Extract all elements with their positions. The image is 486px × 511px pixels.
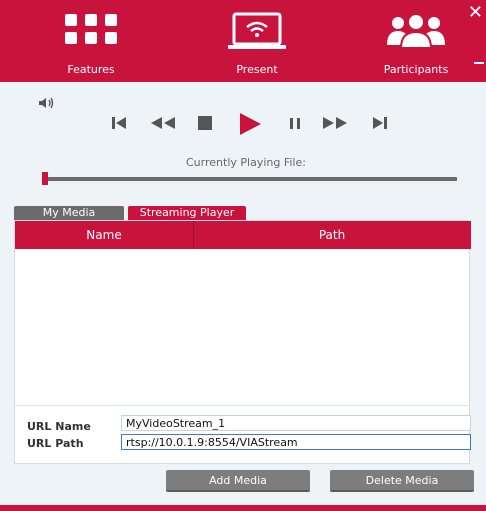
features-label: Features <box>67 63 115 76</box>
streaming-panel: Name Path URL Name URL Path <box>14 220 471 464</box>
features-button[interactable]: Features <box>45 0 137 82</box>
url-name-label: URL Name <box>27 420 91 433</box>
fast-forward-icon[interactable] <box>320 112 352 134</box>
table-header: Name Path <box>15 221 471 249</box>
seek-bar[interactable] <box>43 177 457 181</box>
seek-thumb[interactable] <box>42 172 48 185</box>
currently-playing-label: Currently Playing File: <box>186 156 306 169</box>
participants-icon <box>387 13 445 49</box>
top-bar: Features Present Participants ✕ <box>0 0 486 82</box>
url-name-input[interactable] <box>121 415 471 431</box>
participants-label: Participants <box>383 63 449 76</box>
add-media-button[interactable]: Add Media <box>166 470 310 492</box>
present-button[interactable]: Present <box>208 0 306 82</box>
media-controls <box>110 112 400 136</box>
volume-icon[interactable] <box>38 96 56 110</box>
skip-start-icon[interactable] <box>110 112 128 134</box>
delete-media-button[interactable]: Delete Media <box>330 470 474 492</box>
pause-icon[interactable] <box>287 112 303 134</box>
divider <box>15 405 471 406</box>
column-header-path[interactable]: Path <box>194 221 470 249</box>
minimize-icon[interactable] <box>474 62 484 64</box>
bottom-strip <box>0 505 486 511</box>
tab-my-media[interactable]: My Media <box>14 206 124 220</box>
column-header-name[interactable]: Name <box>15 221 194 249</box>
url-path-input[interactable] <box>121 434 471 450</box>
participants-button[interactable]: Participants <box>370 0 462 82</box>
features-grid-icon <box>65 14 117 44</box>
tab-streaming-player[interactable]: Streaming Player <box>128 206 246 220</box>
present-label: Present <box>236 63 278 76</box>
url-path-label: URL Path <box>27 437 84 450</box>
play-icon[interactable] <box>237 112 263 136</box>
stop-icon[interactable] <box>195 112 215 134</box>
close-icon[interactable]: ✕ <box>468 4 483 22</box>
rewind-icon[interactable] <box>148 112 178 134</box>
present-screen-icon <box>228 12 286 49</box>
skip-end-icon[interactable] <box>371 112 389 134</box>
